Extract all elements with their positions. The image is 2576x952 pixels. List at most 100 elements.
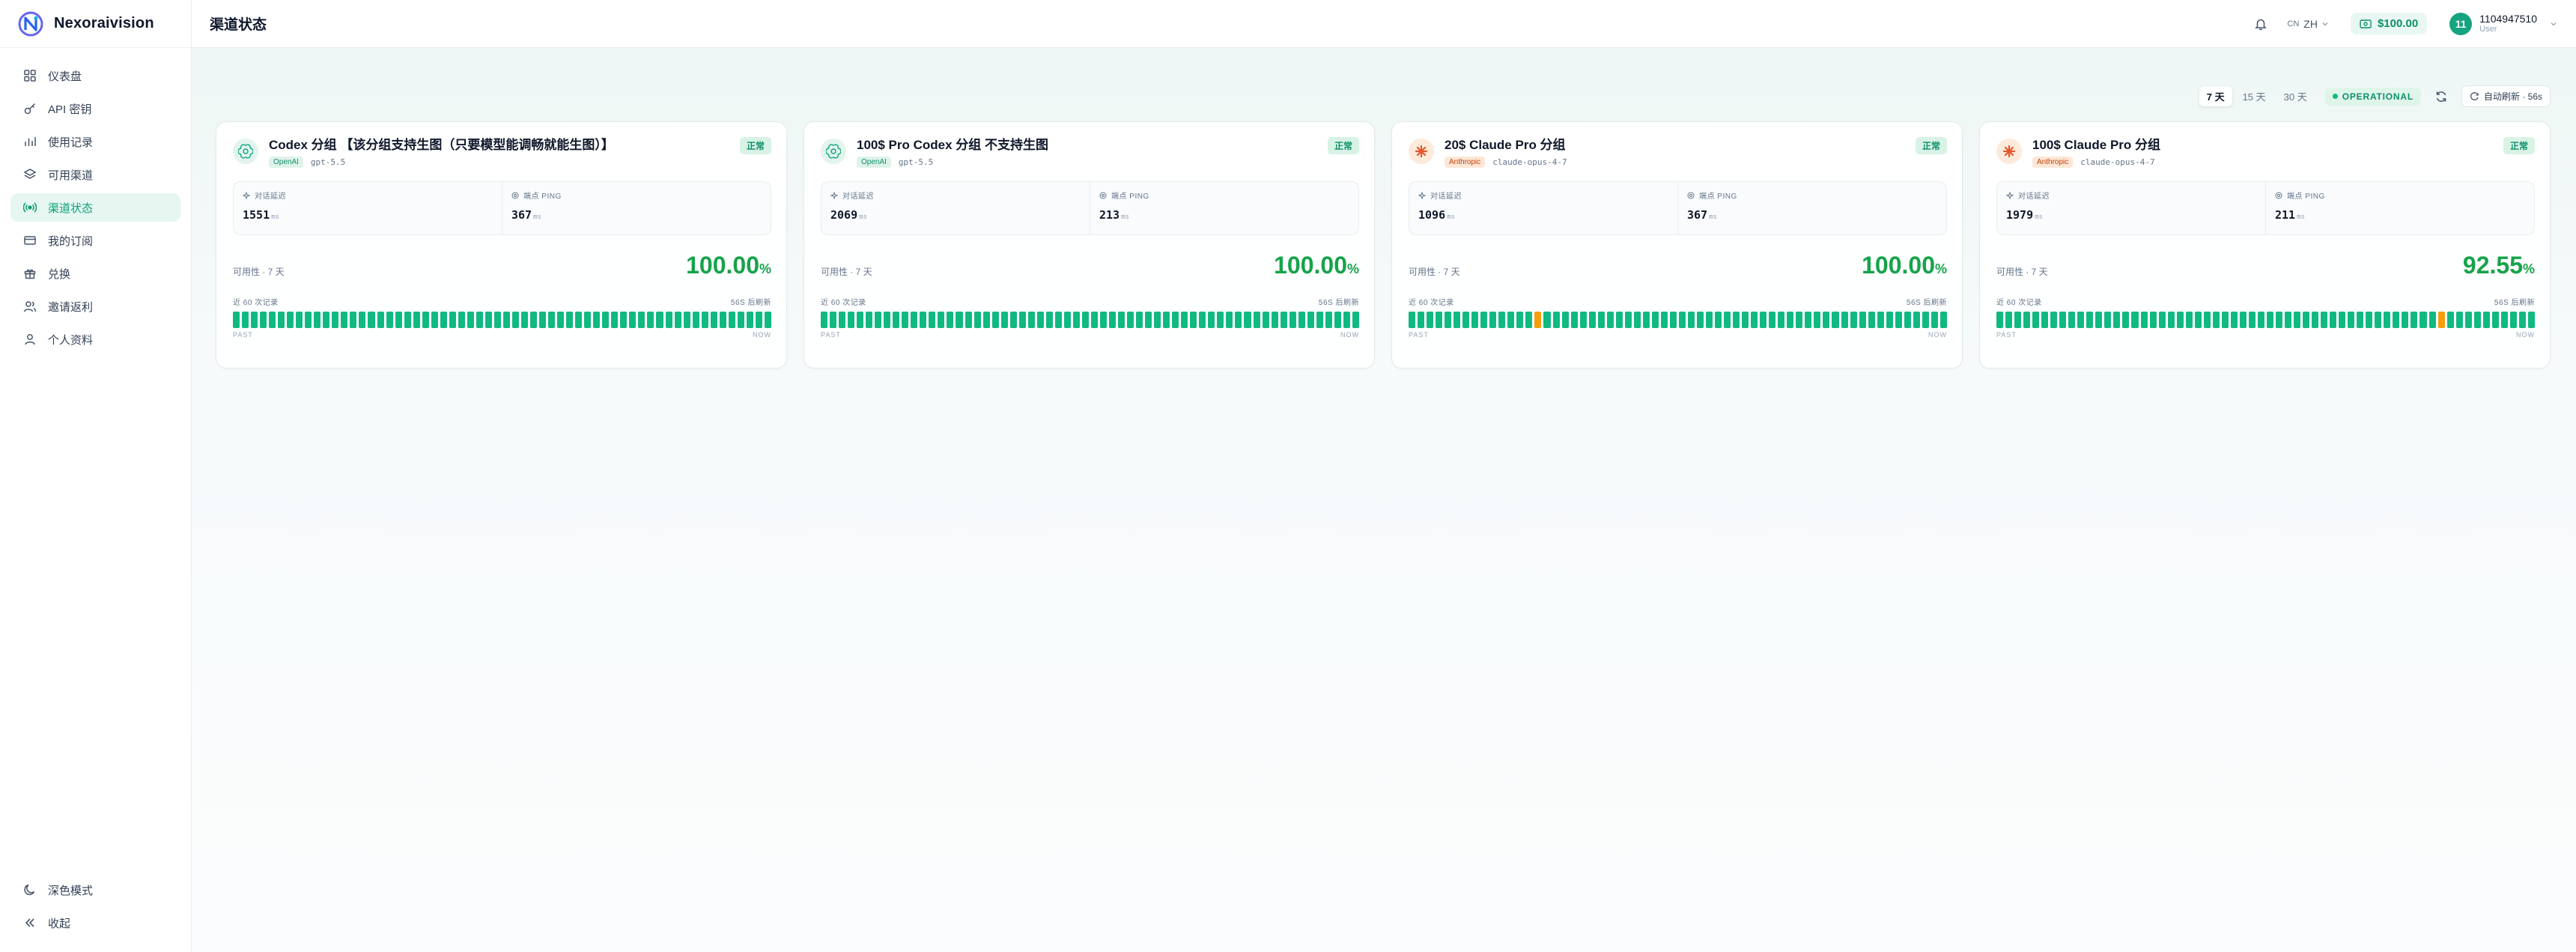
history-bar[interactable] <box>2194 312 2202 328</box>
history-bar[interactable] <box>1280 312 1287 328</box>
history-bar[interactable] <box>1289 312 1296 328</box>
history-bar[interactable] <box>1922 312 1929 328</box>
history-bar[interactable] <box>2032 312 2040 328</box>
history-bar[interactable] <box>2149 312 2157 328</box>
history-bar[interactable] <box>956 312 963 328</box>
history-bar[interactable] <box>1678 312 1686 328</box>
history-bar[interactable] <box>1996 312 2004 328</box>
history-bar[interactable] <box>728 312 735 328</box>
history-bar[interactable] <box>260 312 267 328</box>
history-bar[interactable] <box>2509 312 2517 328</box>
history-bar[interactable] <box>755 312 762 328</box>
history-bar[interactable] <box>1409 312 1416 328</box>
history-bar[interactable] <box>1208 312 1215 328</box>
history-bar[interactable] <box>1489 312 1497 328</box>
history-bar[interactable] <box>1823 312 1830 328</box>
history-bar[interactable] <box>1841 312 1848 328</box>
history-bar[interactable] <box>341 312 348 328</box>
history-bar[interactable] <box>1606 312 1614 328</box>
history-bar[interactable] <box>1136 312 1143 328</box>
sidebar-item-channels[interactable]: 可用渠道 <box>10 160 180 189</box>
history-bar[interactable] <box>1072 312 1080 328</box>
history-bar[interactable] <box>1543 312 1551 328</box>
history-bar[interactable] <box>251 312 258 328</box>
history-bar[interactable] <box>1588 312 1596 328</box>
channel-card-2[interactable]: 100$ Pro Codex 分组 不支持生图 OpenAI gpt-5.5 正… <box>804 121 1375 369</box>
history-bar[interactable] <box>1931 312 1938 328</box>
history-bar[interactable] <box>1877 312 1884 328</box>
history-bar[interactable] <box>2095 312 2103 328</box>
history-bar[interactable] <box>386 312 393 328</box>
history-bar[interactable] <box>1561 312 1569 328</box>
history-bar[interactable] <box>2294 312 2301 328</box>
history-bar[interactable] <box>1624 312 1632 328</box>
language-select[interactable]: CN ZH <box>2287 18 2330 30</box>
history-bar[interactable] <box>539 312 547 328</box>
sidebar-item-dashboard[interactable]: 仪表盘 <box>10 61 180 90</box>
channel-card-1[interactable]: Codex 分组 【该分组支持生图（只要模型能调畅就能生图）】 OpenAI g… <box>216 121 787 369</box>
history-bar[interactable] <box>2212 312 2220 328</box>
history-bar[interactable] <box>1904 312 1911 328</box>
history-bar[interactable] <box>395 312 402 328</box>
history-bar[interactable] <box>2050 312 2058 328</box>
history-bar[interactable] <box>2482 312 2490 328</box>
history-bar[interactable] <box>2500 312 2508 328</box>
history-bar[interactable] <box>1715 312 1722 328</box>
history-bar[interactable] <box>2221 312 2229 328</box>
history-bar[interactable] <box>1099 312 1107 328</box>
history-bar[interactable] <box>575 312 583 328</box>
history-bar[interactable] <box>1516 312 1524 328</box>
history-bar[interactable] <box>938 312 945 328</box>
history-bar[interactable] <box>484 312 492 328</box>
history-bar[interactable] <box>1651 312 1659 328</box>
history-bar[interactable] <box>2393 312 2400 328</box>
history-bar[interactable] <box>2275 312 2282 328</box>
history-bar[interactable] <box>1118 312 1126 328</box>
history-bar[interactable] <box>1498 312 1506 328</box>
history-bar[interactable] <box>1796 312 1803 328</box>
history-bar[interactable] <box>1760 312 1767 328</box>
history-bar[interactable] <box>1190 312 1197 328</box>
sidebar-item-referral[interactable]: 邀请返利 <box>10 292 180 321</box>
history-bar[interactable] <box>2230 312 2238 328</box>
range-7d[interactable]: 7 天 <box>2199 86 2232 106</box>
history-bar[interactable] <box>1081 312 1089 328</box>
history-bar[interactable] <box>1724 312 1731 328</box>
history-bar[interactable] <box>1570 312 1578 328</box>
history-bar[interactable] <box>1163 312 1170 328</box>
history-bar[interactable] <box>557 312 565 328</box>
history-bar[interactable] <box>1805 312 1812 328</box>
history-bar[interactable] <box>449 312 456 328</box>
history-bar[interactable] <box>1334 312 1341 328</box>
history-bar[interactable] <box>1427 312 1434 328</box>
history-bar[interactable] <box>440 312 447 328</box>
history-bar[interactable] <box>821 312 828 328</box>
history-bar[interactable] <box>2518 312 2526 328</box>
history-bar[interactable] <box>1063 312 1071 328</box>
history-bar[interactable] <box>982 312 990 328</box>
history-bar[interactable] <box>929 312 936 328</box>
history-bar[interactable] <box>530 312 538 328</box>
history-bar[interactable] <box>1154 312 1161 328</box>
history-bar[interactable] <box>377 312 384 328</box>
history-bar[interactable] <box>278 312 285 328</box>
history-bar[interactable] <box>2185 312 2193 328</box>
history-bar[interactable] <box>719 312 726 328</box>
history-bar[interactable] <box>1436 312 1443 328</box>
history-bar[interactable] <box>2455 312 2463 328</box>
history-bar[interactable] <box>2446 312 2454 328</box>
history-bar[interactable] <box>875 312 882 328</box>
history-bar[interactable] <box>1000 312 1008 328</box>
history-bar[interactable] <box>1660 312 1668 328</box>
history-bar[interactable] <box>350 312 357 328</box>
history-bar[interactable] <box>1145 312 1152 328</box>
history-bar[interactable] <box>1054 312 1062 328</box>
history-bar[interactable] <box>1109 312 1117 328</box>
brand[interactable]: Nexoraivision <box>0 0 191 48</box>
history-bar[interactable] <box>2464 312 2472 328</box>
history-bar[interactable] <box>2104 312 2112 328</box>
sidebar-item-profile[interactable]: 个人资料 <box>10 325 180 354</box>
history-bar[interactable] <box>2023 312 2031 328</box>
history-bar[interactable] <box>368 312 375 328</box>
history-bar[interactable] <box>2285 312 2292 328</box>
